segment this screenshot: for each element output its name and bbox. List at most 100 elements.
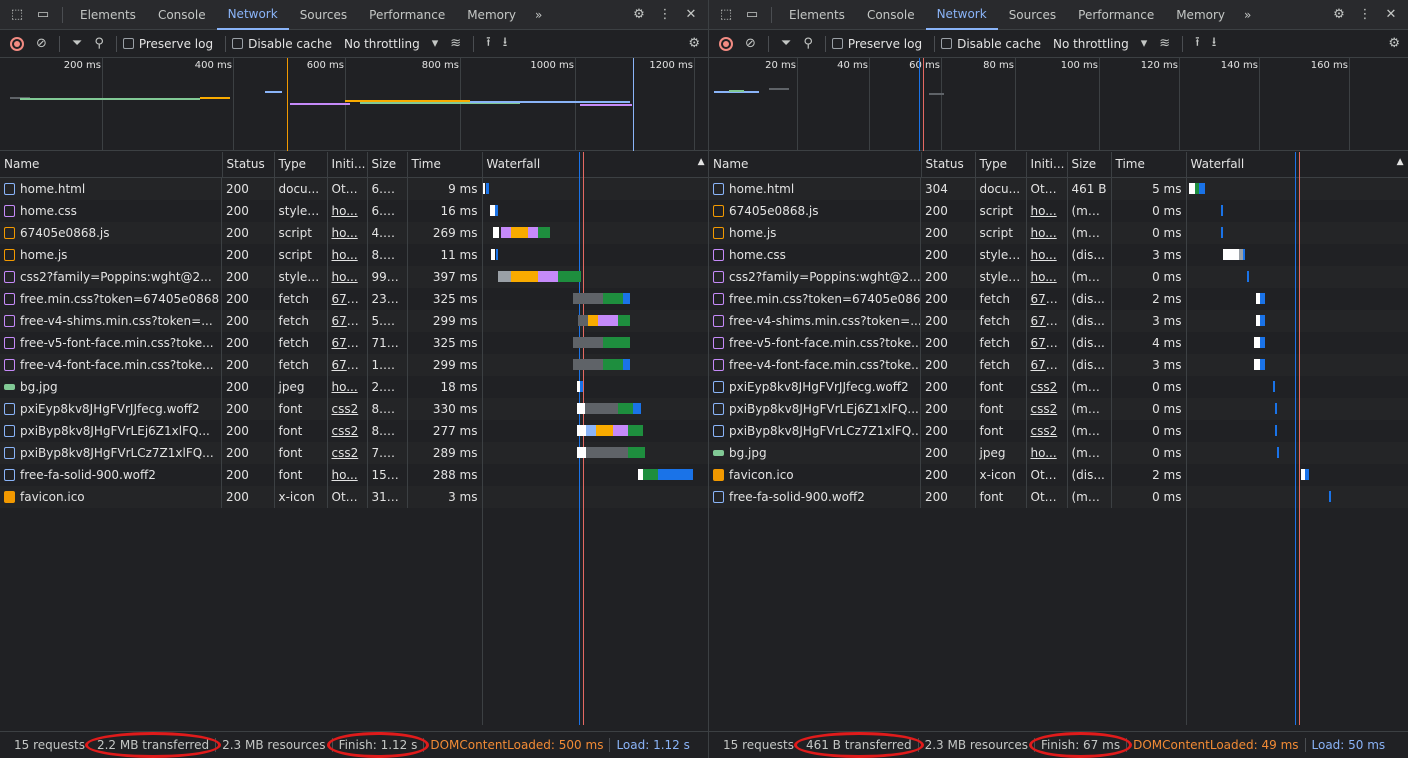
column-header-time[interactable]: Time xyxy=(407,152,483,178)
request-initiator[interactable]: ho... xyxy=(327,265,368,288)
search-icon[interactable]: ⚲ xyxy=(803,36,813,51)
request-name-cell[interactable]: free.min.css?token=67405e0868 xyxy=(0,287,222,310)
tab-memory[interactable]: Memory xyxy=(456,0,527,30)
network-settings-gear-icon[interactable]: ⚙ xyxy=(688,36,700,51)
more-tabs-icon[interactable]: » xyxy=(1236,8,1259,22)
request-initiator[interactable]: 674... xyxy=(1026,331,1068,354)
request-initiator[interactable]: ho... xyxy=(1026,441,1068,464)
settings-gear-icon[interactable]: ⚙ xyxy=(1326,2,1352,28)
record-button[interactable] xyxy=(10,36,24,51)
request-name-cell[interactable]: pxiByp8kv8JHgFVrLCz7Z1xlFQ... xyxy=(0,441,222,464)
request-name-cell[interactable]: home.html xyxy=(0,177,222,200)
request-name-cell[interactable]: pxiByp8kv8JHgFVrLEj6Z1xlFQ... xyxy=(709,397,921,420)
column-header-waterfall[interactable]: Waterfall ▲ xyxy=(482,152,708,178)
tab-sources[interactable]: Sources xyxy=(998,0,1067,30)
tab-network[interactable]: Network xyxy=(925,0,998,30)
tab-performance[interactable]: Performance xyxy=(358,0,456,30)
request-initiator[interactable]: css2 xyxy=(1026,419,1068,442)
column-header-initiator[interactable]: Initi... xyxy=(327,152,368,178)
tab-sources[interactable]: Sources xyxy=(289,0,358,30)
request-name-cell[interactable]: home.html xyxy=(709,177,921,200)
request-initiator[interactable]: 674... xyxy=(1026,287,1068,310)
column-header-type[interactable]: Type xyxy=(274,152,328,178)
column-header-type[interactable]: Type xyxy=(975,152,1027,178)
request-name-cell[interactable]: free-fa-solid-900.woff2 xyxy=(0,463,222,486)
tab-memory[interactable]: Memory xyxy=(1165,0,1236,30)
network-conditions-icon[interactable]: ≋ xyxy=(1159,36,1170,51)
chevron-down-icon[interactable]: ▾ xyxy=(1141,36,1148,51)
request-initiator[interactable]: ho... xyxy=(327,221,368,244)
column-header-time[interactable]: Time xyxy=(1111,152,1187,178)
tab-elements[interactable]: Elements xyxy=(778,0,856,30)
request-initiator[interactable]: 674... xyxy=(1026,353,1068,376)
column-header-waterfall[interactable]: Waterfall ▲ xyxy=(1186,152,1408,178)
request-initiator[interactable]: ho... xyxy=(327,243,368,266)
column-header-size[interactable]: Size xyxy=(367,152,408,178)
request-name-cell[interactable]: home.js xyxy=(0,243,222,266)
request-initiator[interactable]: ho... xyxy=(1026,221,1068,244)
kebab-menu-icon[interactable]: ⋮ xyxy=(1352,2,1378,28)
import-har-icon[interactable]: ⭱ xyxy=(486,33,491,55)
request-initiator[interactable]: ho... xyxy=(327,199,368,222)
preserve-log-checkbox[interactable] xyxy=(831,38,843,49)
request-initiator[interactable]: ho... xyxy=(327,463,368,486)
request-name-cell[interactable]: pxiByp8kv8JHgFVrLCz7Z1xlFQ... xyxy=(709,419,921,442)
throttling-select[interactable]: No throttling xyxy=(1053,37,1129,51)
export-har-icon[interactable]: ⭳ xyxy=(503,33,508,55)
filter-icon[interactable]: ⏷ xyxy=(72,36,82,51)
tab-console[interactable]: Console xyxy=(856,0,926,30)
request-initiator[interactable]: ho... xyxy=(1026,265,1068,288)
throttling-select[interactable]: No throttling xyxy=(344,37,420,51)
request-name-cell[interactable]: favicon.ico xyxy=(709,463,921,486)
request-initiator[interactable]: 674... xyxy=(327,287,368,310)
network-conditions-icon[interactable]: ≋ xyxy=(450,36,461,51)
request-initiator[interactable]: 674... xyxy=(327,353,368,376)
inspect-element-icon[interactable]: ⬚ xyxy=(713,2,739,28)
close-icon[interactable]: ✕ xyxy=(1378,2,1404,28)
disable-cache-checkbox[interactable] xyxy=(232,38,244,49)
clear-icon[interactable]: ⊘ xyxy=(745,36,756,51)
network-overview[interactable]: 20 ms 40 ms 60 ms 80 ms 100 ms 120 ms 140 ms 16… xyxy=(709,58,1408,151)
clear-icon[interactable]: ⊘ xyxy=(36,36,47,51)
request-name-cell[interactable]: free-v4-shims.min.css?token=... xyxy=(709,309,921,332)
column-header-status[interactable]: Status xyxy=(921,152,976,178)
record-button[interactable] xyxy=(719,36,733,51)
column-header-initiator[interactable]: Initi... xyxy=(1026,152,1068,178)
filter-icon[interactable]: ⏷ xyxy=(781,36,791,51)
device-toolbar-icon[interactable]: ▭ xyxy=(739,2,765,28)
request-name-cell[interactable]: home.css xyxy=(709,243,921,266)
request-name-cell[interactable]: favicon.ico xyxy=(0,485,222,508)
request-name-cell[interactable]: css2?family=Poppins:wght@2... xyxy=(0,265,222,288)
request-name-cell[interactable]: free-v5-font-face.min.css?toke... xyxy=(0,331,222,354)
search-icon[interactable]: ⚲ xyxy=(94,36,104,51)
kebab-menu-icon[interactable]: ⋮ xyxy=(652,2,678,28)
request-initiator[interactable]: ho... xyxy=(1026,243,1068,266)
request-name-cell[interactable]: free-v5-font-face.min.css?toke... xyxy=(709,331,921,354)
request-name-cell[interactable]: bg.jpg xyxy=(709,441,921,464)
request-name-cell[interactable]: free-v4-font-face.min.css?toke... xyxy=(709,353,921,376)
request-initiator[interactable]: 674... xyxy=(327,331,368,354)
tab-console[interactable]: Console xyxy=(147,0,217,30)
network-settings-gear-icon[interactable]: ⚙ xyxy=(1388,36,1400,51)
column-header-size[interactable]: Size xyxy=(1067,152,1112,178)
import-har-icon[interactable]: ⭱ xyxy=(1195,33,1200,55)
export-har-icon[interactable]: ⭳ xyxy=(1212,33,1217,55)
request-initiator[interactable]: css2 xyxy=(1026,375,1068,398)
request-initiator[interactable]: css2 xyxy=(327,397,368,420)
request-initiator[interactable]: 674... xyxy=(1026,309,1068,332)
request-initiator[interactable]: ho... xyxy=(1026,199,1068,222)
network-overview[interactable]: 200 ms 400 ms 600 ms 800 ms 1000 ms 1200 ms xyxy=(0,58,708,151)
chevron-down-icon[interactable]: ▾ xyxy=(432,36,439,51)
column-header-status[interactable]: Status xyxy=(222,152,275,178)
request-initiator[interactable]: css2 xyxy=(327,419,368,442)
close-icon[interactable]: ✕ xyxy=(678,2,704,28)
request-name-cell[interactable]: pxiEyp8kv8JHgFVrJJfecg.woff2 xyxy=(709,375,921,398)
request-initiator[interactable]: 674... xyxy=(327,309,368,332)
column-header-name[interactable]: Name xyxy=(0,152,223,178)
column-header-name[interactable]: Name xyxy=(709,152,922,178)
request-initiator[interactable]: ho... xyxy=(327,375,368,398)
inspect-element-icon[interactable]: ⬚ xyxy=(4,2,30,28)
tab-performance[interactable]: Performance xyxy=(1067,0,1165,30)
disable-cache-checkbox[interactable] xyxy=(941,38,953,49)
settings-gear-icon[interactable]: ⚙ xyxy=(626,2,652,28)
